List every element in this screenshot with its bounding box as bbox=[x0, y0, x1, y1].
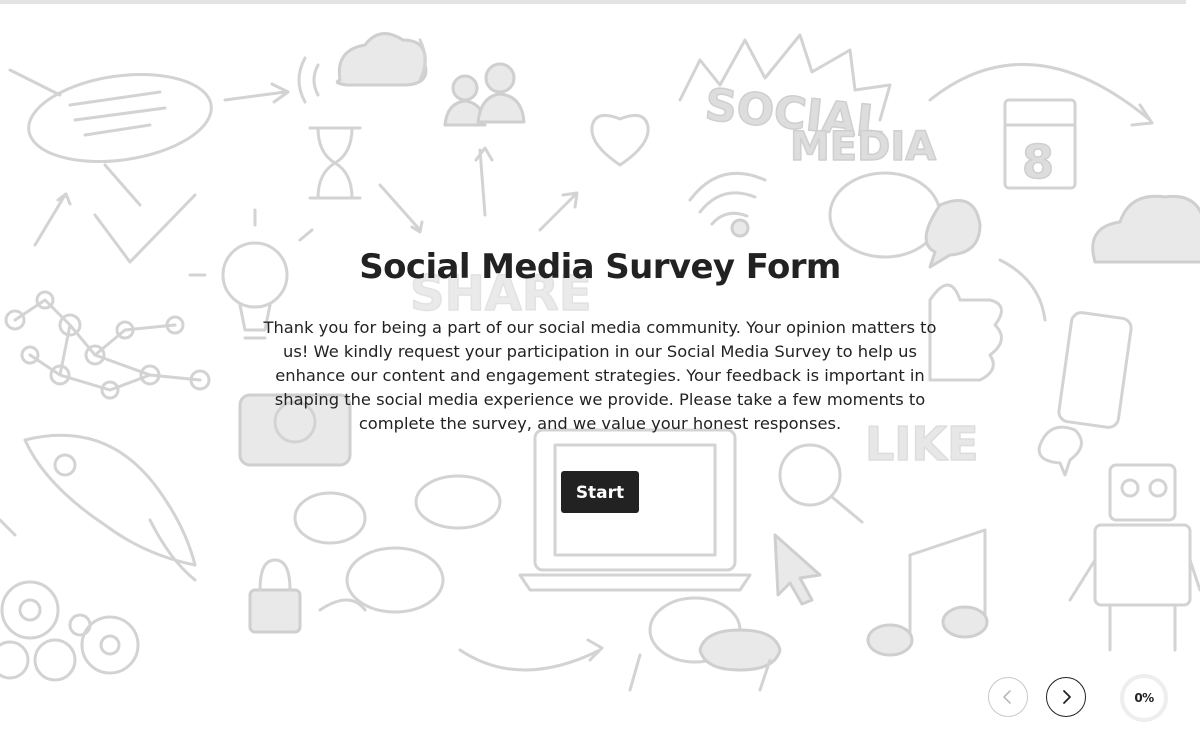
survey-description: Thank you for being a part of our social… bbox=[263, 318, 937, 433]
survey-intro: Social Media Survey Form Thank you for b… bbox=[260, 244, 940, 513]
svg-text:MEDIA: MEDIA bbox=[790, 124, 936, 170]
progress-indicator: 0% bbox=[1120, 674, 1168, 722]
svg-text:8: 8 bbox=[1022, 135, 1054, 189]
chevron-right-icon bbox=[1063, 690, 1071, 704]
next-button[interactable] bbox=[1046, 677, 1086, 717]
chevron-left-icon bbox=[1003, 690, 1011, 704]
progress-percent: 0% bbox=[1134, 691, 1154, 705]
survey-page: SOCIAL MEDIA 8 SHARE LIKE Social Media S… bbox=[0, 0, 1200, 738]
start-button[interactable]: Start bbox=[561, 471, 639, 513]
survey-title: Social Media Survey Form bbox=[359, 247, 841, 287]
previous-button[interactable] bbox=[988, 677, 1028, 717]
